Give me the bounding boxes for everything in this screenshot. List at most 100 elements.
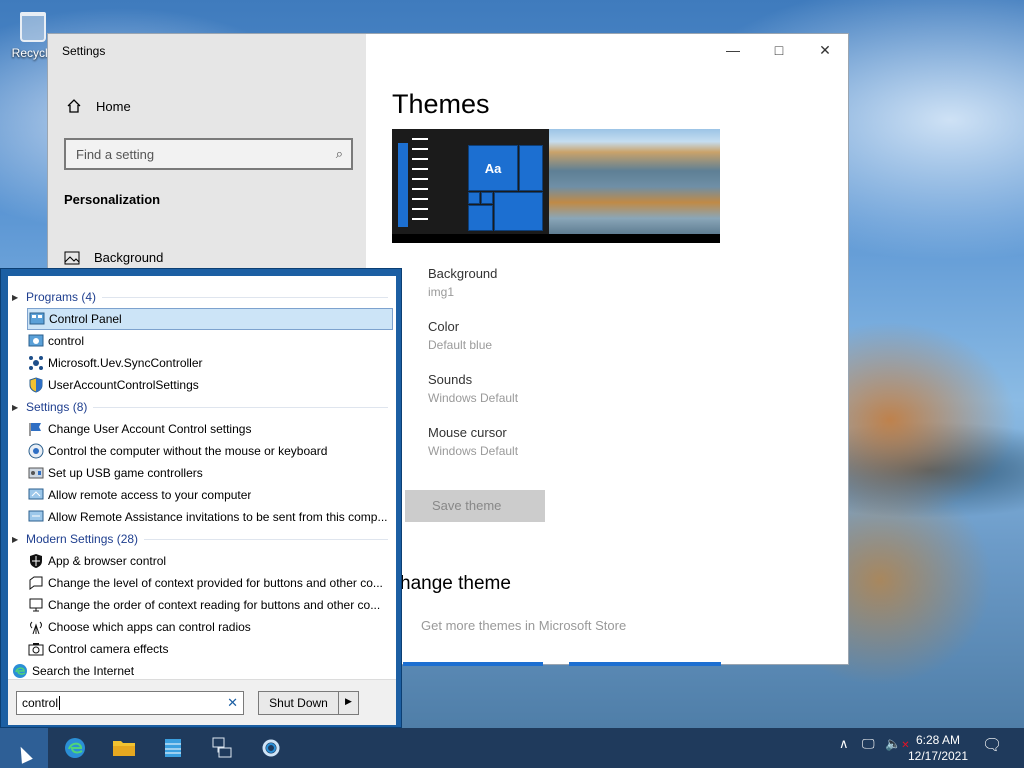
theme-prop-mouse-cursor[interactable]: Mouse cursor Windows Default	[428, 425, 728, 458]
narrator-icon	[28, 597, 44, 613]
result-label: Control the computer without the mouse o…	[48, 444, 328, 458]
result-remote-assistance[interactable]: Allow Remote Assistance invitations to b…	[8, 506, 394, 528]
change-theme-heading: hange theme	[400, 573, 511, 594]
find-setting-input[interactable]: Find a setting ⌕	[64, 138, 353, 170]
start-search-input[interactable]: control ✕	[16, 691, 244, 715]
theme-thumbnail[interactable]	[569, 662, 721, 666]
nav-item-background[interactable]: Background	[64, 250, 163, 265]
result-label: Allow remote access to your computer	[48, 488, 252, 502]
clear-search-icon[interactable]: ✕	[227, 695, 238, 711]
result-context-level[interactable]: Change the level of context provided for…	[8, 572, 394, 594]
nav-item-label: Background	[94, 250, 164, 265]
category-settings[interactable]: ▶ Settings (8)	[8, 396, 394, 418]
game-controller-icon	[28, 465, 44, 481]
theme-prop-background[interactable]: Background img1	[428, 266, 728, 299]
start-menu: ▶ Programs (4) Control Panel control Mic…	[0, 268, 402, 728]
result-control-radios[interactable]: Choose which apps can control radios	[8, 616, 394, 638]
category-modern-settings[interactable]: ▶ Modern Settings (28)	[8, 528, 394, 550]
prop-name: Mouse cursor	[428, 425, 507, 440]
store-link[interactable]: Get more themes in Microsoft Store	[421, 618, 626, 633]
result-label: Change the order of context reading for …	[48, 598, 381, 612]
start-menu-bottom: control ✕ Shut Down ▶	[8, 679, 396, 725]
result-ease-of-access[interactable]: Control the computer without the mouse o…	[8, 440, 394, 462]
section-title: Personalization	[64, 192, 161, 207]
expand-icon: ▶	[12, 402, 19, 412]
window-title: Settings	[62, 44, 106, 58]
show-hidden-icons-chevron-icon[interactable]: ∧	[839, 736, 849, 752]
shield-icon	[28, 553, 44, 569]
home-nav-item[interactable]: Home	[66, 98, 131, 114]
divider	[144, 538, 388, 540]
category-label: Programs (4)	[26, 290, 97, 304]
taskbar: ∧ 🖵 🔈✕ 6:28 AM 12/17/2021 🗨	[0, 728, 1024, 768]
divider	[93, 406, 388, 408]
flag-icon	[28, 421, 44, 437]
search-internet-label: Search the Internet	[32, 664, 135, 678]
preview-strip	[398, 143, 408, 227]
result-uev-sync[interactable]: Microsoft.Uev.SyncController	[8, 352, 394, 374]
shutdown-button[interactable]: Shut Down	[259, 692, 339, 714]
clock-time: 6:28 AM	[915, 733, 961, 747]
preview-wallpaper	[549, 129, 720, 234]
result-control[interactable]: control	[8, 330, 394, 352]
shutdown-options-arrow-icon[interactable]: ▶	[339, 692, 358, 714]
remote-access-icon	[28, 487, 44, 503]
result-label: Set up USB game controllers	[48, 466, 203, 480]
result-remote-access[interactable]: Allow remote access to your computer	[8, 484, 394, 506]
prop-value: Windows Default	[428, 444, 519, 458]
find-setting-placeholder: Find a setting	[76, 147, 155, 162]
result-app-browser-control[interactable]: App & browser control	[8, 550, 394, 572]
network-icon[interactable]	[208, 734, 236, 762]
narrator-icon	[28, 575, 44, 591]
theme-preview: Aa	[392, 129, 720, 243]
file-explorer-icon[interactable]	[110, 734, 138, 762]
maximize-button[interactable]: □	[756, 34, 802, 66]
preview-taskbar	[392, 234, 720, 243]
result-label: Microsoft.Uev.SyncController	[48, 356, 203, 370]
prop-value: img1	[428, 285, 455, 299]
theme-prop-sounds[interactable]: Sounds Windows Default	[428, 372, 728, 405]
network-tray-icon[interactable]: 🖵	[862, 736, 875, 752]
prop-name: Color	[428, 319, 460, 334]
prop-value: Windows Default	[428, 391, 519, 405]
picture-icon	[64, 251, 80, 264]
result-label: Allow Remote Assistance invitations to b…	[48, 510, 388, 524]
edge-icon[interactable]	[61, 734, 89, 762]
minimize-button[interactable]: —	[710, 34, 756, 66]
result-control-panel[interactable]: Control Panel	[27, 308, 393, 330]
preview-tile	[519, 145, 543, 191]
text-caret	[59, 696, 61, 710]
theme-prop-color[interactable]: Color Default blue	[428, 319, 728, 352]
result-uac-settings[interactable]: UserAccountControlSettings	[8, 374, 394, 396]
result-camera-effects[interactable]: Control camera effects	[8, 638, 394, 660]
category-programs[interactable]: ▶ Programs (4)	[8, 286, 394, 308]
close-button[interactable]: ✕	[802, 34, 848, 66]
remote-assistance-icon	[28, 509, 44, 525]
search-value: control	[22, 696, 59, 710]
result-label: control	[48, 334, 85, 348]
shutdown-control: Shut Down ▶	[258, 691, 359, 715]
theme-thumbnail[interactable]	[403, 662, 543, 666]
result-context-order[interactable]: Change the order of context reading for …	[8, 594, 394, 616]
sync-controller-icon	[28, 355, 44, 371]
search-results-list: ▶ Programs (4) Control Panel control Mic…	[8, 276, 396, 679]
theme-thumbnails	[403, 662, 723, 666]
preview-tile	[468, 205, 493, 231]
action-center-icon[interactable]: 🗨	[982, 735, 1002, 755]
ease-of-access-icon	[28, 443, 44, 459]
search-icon: ⌕	[335, 146, 343, 161]
clock[interactable]: 6:28 AM 12/17/2021	[900, 732, 976, 764]
category-label: Modern Settings (28)	[26, 532, 139, 546]
divider	[102, 296, 388, 298]
save-theme-button[interactable]: Save theme	[405, 490, 545, 522]
server-manager-icon[interactable]	[159, 734, 187, 762]
result-usb-game-controllers[interactable]: Set up USB game controllers	[8, 462, 394, 484]
preview-menu-lines	[412, 138, 428, 228]
result-label: Control Panel	[49, 312, 122, 326]
preview-tile	[468, 192, 480, 204]
cortana-icon[interactable]	[257, 734, 285, 762]
prop-name: Sounds	[428, 372, 473, 387]
result-change-uac[interactable]: Change User Account Control settings	[8, 418, 394, 440]
recycle-bin-icon	[20, 12, 46, 42]
control-icon	[28, 333, 44, 349]
